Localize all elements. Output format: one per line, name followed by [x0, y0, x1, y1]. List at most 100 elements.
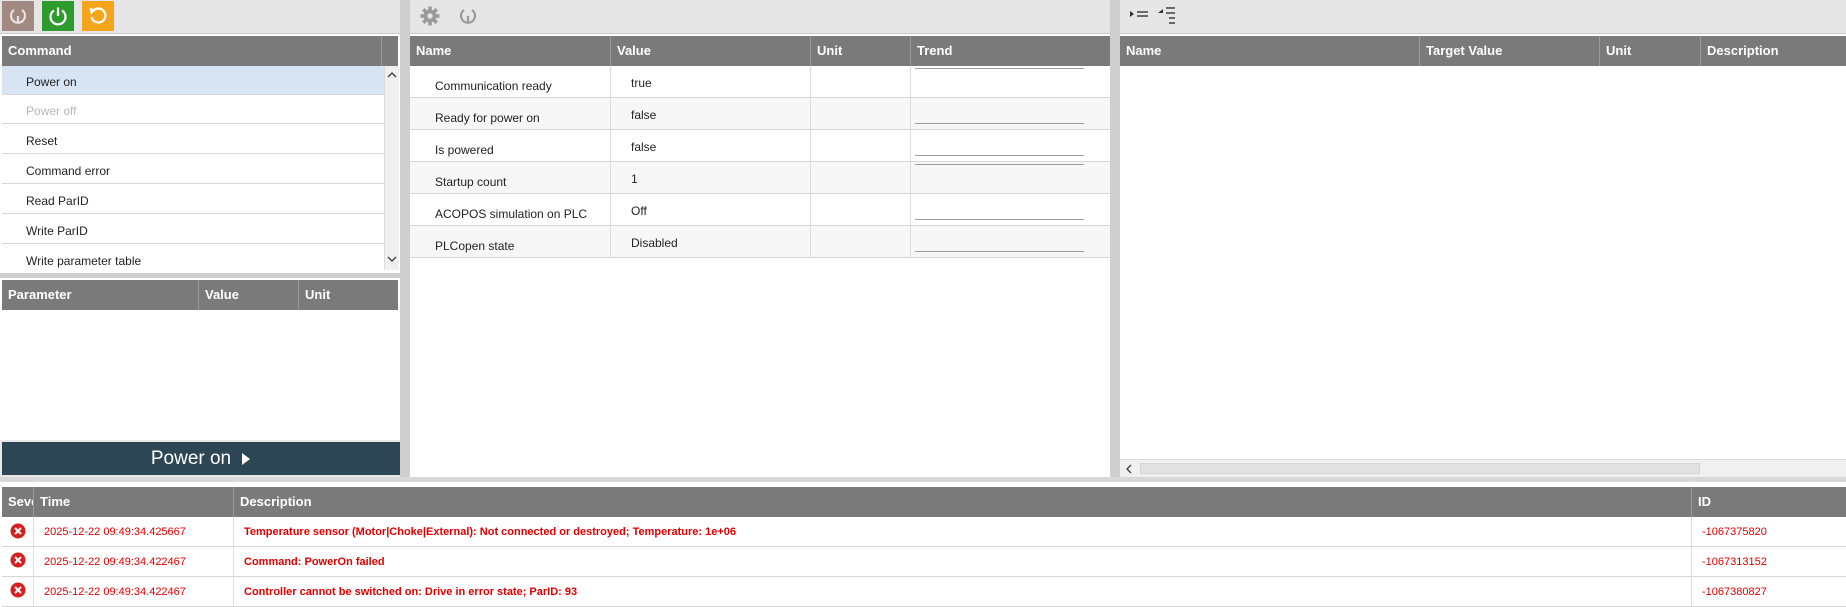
table-row[interactable]: Ready for power on false: [410, 98, 1110, 130]
power-icon: [49, 7, 67, 26]
trend-cell: [911, 130, 1110, 161]
severity-column-header[interactable]: Severity: [2, 487, 34, 517]
table-row[interactable]: Communication ready true: [410, 66, 1110, 98]
left-toolbar: [0, 0, 400, 34]
unit-column-header: Unit: [1600, 36, 1701, 66]
expand-all-icon: [1130, 11, 1148, 17]
status-table-body: Communication ready true Ready for power…: [410, 66, 1110, 258]
power-button[interactable]: [42, 1, 74, 31]
table-row[interactable]: ACOPOS simulation on PLC Off: [410, 194, 1110, 226]
error-icon: [10, 582, 26, 598]
command-item[interactable]: Power on: [2, 66, 384, 95]
trend-cell: [911, 66, 1110, 97]
trend-column-header: Trend: [917, 43, 953, 58]
command-item[interactable]: Command error: [2, 155, 384, 184]
logger-header: Severity Time Description ID: [2, 487, 1846, 517]
command-item[interactable]: Read ParID: [2, 185, 384, 214]
description-column-header[interactable]: Description: [234, 487, 1692, 517]
log-description: Temperature sensor (Motor|Choke|External…: [234, 517, 1692, 546]
row-value: false: [611, 130, 811, 161]
vertical-splitter-right[interactable]: [1110, 0, 1120, 477]
row-name: Is powered: [410, 130, 611, 161]
command-scrollbar[interactable]: [384, 66, 399, 270]
connect-icon: [9, 9, 27, 24]
command-panel: Command Power on Power off Reset Command…: [0, 34, 400, 273]
command-item[interactable]: Reset: [2, 125, 384, 154]
log-entry[interactable]: 2025-12-22 09:49:34.422467 Command: Powe…: [2, 547, 1846, 577]
command-item[interactable]: Write parameter table: [2, 245, 384, 270]
table-row[interactable]: Startup count 1: [410, 162, 1110, 194]
command-header: Command: [2, 36, 398, 66]
row-name: Ready for power on: [410, 98, 611, 129]
reset-button[interactable]: [82, 1, 114, 31]
unit-column-header: Unit: [305, 287, 331, 302]
log-description: Controller cannot be switched on: Drive …: [234, 577, 1692, 606]
log-entry[interactable]: 2025-12-22 09:49:34.422467 Controller ca…: [2, 577, 1846, 607]
row-unit: [811, 98, 911, 129]
command-item[interactable]: Power off: [2, 95, 384, 124]
row-name: Communication ready: [410, 66, 611, 97]
trend-line: [915, 155, 1084, 156]
row-unit: [811, 130, 911, 161]
logger-body: 2025-12-22 09:49:34.425667 Temperature s…: [2, 517, 1846, 607]
execute-command-button[interactable]: Power on: [2, 442, 400, 475]
table-row[interactable]: PLCopen state Disabled: [410, 226, 1110, 258]
row-unit: [811, 226, 911, 257]
id-column-header[interactable]: ID: [1692, 487, 1846, 517]
row-name: Startup count: [410, 162, 611, 193]
log-id: -1067375820: [1702, 526, 1767, 538]
collapse-all-button[interactable]: [1154, 1, 1180, 31]
table-row[interactable]: Is powered false: [410, 130, 1110, 162]
horizontal-scrollbar[interactable]: [1120, 459, 1846, 477]
parameter-column-header: Parameter: [2, 280, 199, 310]
severity-cell: [2, 517, 34, 546]
command-item[interactable]: Write ParID: [2, 215, 384, 244]
log-time: 2025-12-22 09:49:34.425667: [34, 517, 234, 546]
log-id: -1067380827: [1702, 586, 1767, 598]
connect-button[interactable]: [2, 1, 34, 31]
trend-line: [915, 68, 1084, 69]
header-spacer: [382, 36, 398, 66]
error-icon: [10, 523, 26, 539]
unit-column-header: Unit: [811, 36, 911, 66]
scroll-down-icon[interactable]: [387, 254, 397, 264]
target-value-column-header: Target Value: [1420, 36, 1600, 66]
log-entry[interactable]: 2025-12-22 09:49:34.425667 Temperature s…: [2, 517, 1846, 547]
trend-cell: [911, 162, 1110, 193]
vertical-splitter-left[interactable]: [400, 0, 410, 477]
trend-line: [915, 164, 1084, 165]
time-column-header[interactable]: Time: [34, 487, 234, 517]
row-name: ACOPOS simulation on PLC: [410, 194, 611, 225]
collapse-all-icon: [1158, 7, 1175, 24]
trend-line: [915, 123, 1084, 124]
row-value: 1: [611, 162, 811, 193]
connect-button[interactable]: [452, 1, 484, 31]
command-list: Power on Power off Reset Command error R…: [2, 66, 384, 270]
row-unit: [811, 194, 911, 225]
reset-icon: [89, 7, 107, 24]
log-time: 2025-12-22 09:49:34.422467: [34, 547, 234, 576]
scroll-left-icon[interactable]: [1124, 464, 1134, 474]
description-column-header: Description: [1707, 43, 1779, 58]
scroll-up-icon[interactable]: [387, 70, 397, 80]
row-unit: [811, 66, 911, 97]
log-description: Command: PowerOn failed: [234, 547, 1692, 576]
trend-cell: [911, 194, 1110, 225]
parameter-list-header: Name Target Value Unit Description: [1120, 36, 1846, 66]
error-icon: [10, 552, 26, 568]
row-name: PLCopen state: [410, 226, 611, 257]
log-time: 2025-12-22 09:49:34.422467: [34, 577, 234, 606]
middle-toolbar: [410, 0, 1110, 34]
horizontal-scroll-thumb[interactable]: [1140, 463, 1700, 474]
trend-line: [915, 251, 1084, 252]
logger-panel: Severity Time Description ID 2025-12-22 …: [0, 482, 1846, 607]
row-value: true: [611, 66, 811, 97]
trend-line: [915, 219, 1084, 220]
severity-cell: [2, 547, 34, 576]
row-value: Off: [611, 194, 811, 225]
command-column-header: Command: [2, 36, 382, 66]
status-header: Name Value Unit Trend: [410, 36, 1110, 66]
row-value: false: [611, 98, 811, 129]
settings-button[interactable]: [414, 1, 446, 31]
expand-all-button[interactable]: [1126, 1, 1152, 31]
